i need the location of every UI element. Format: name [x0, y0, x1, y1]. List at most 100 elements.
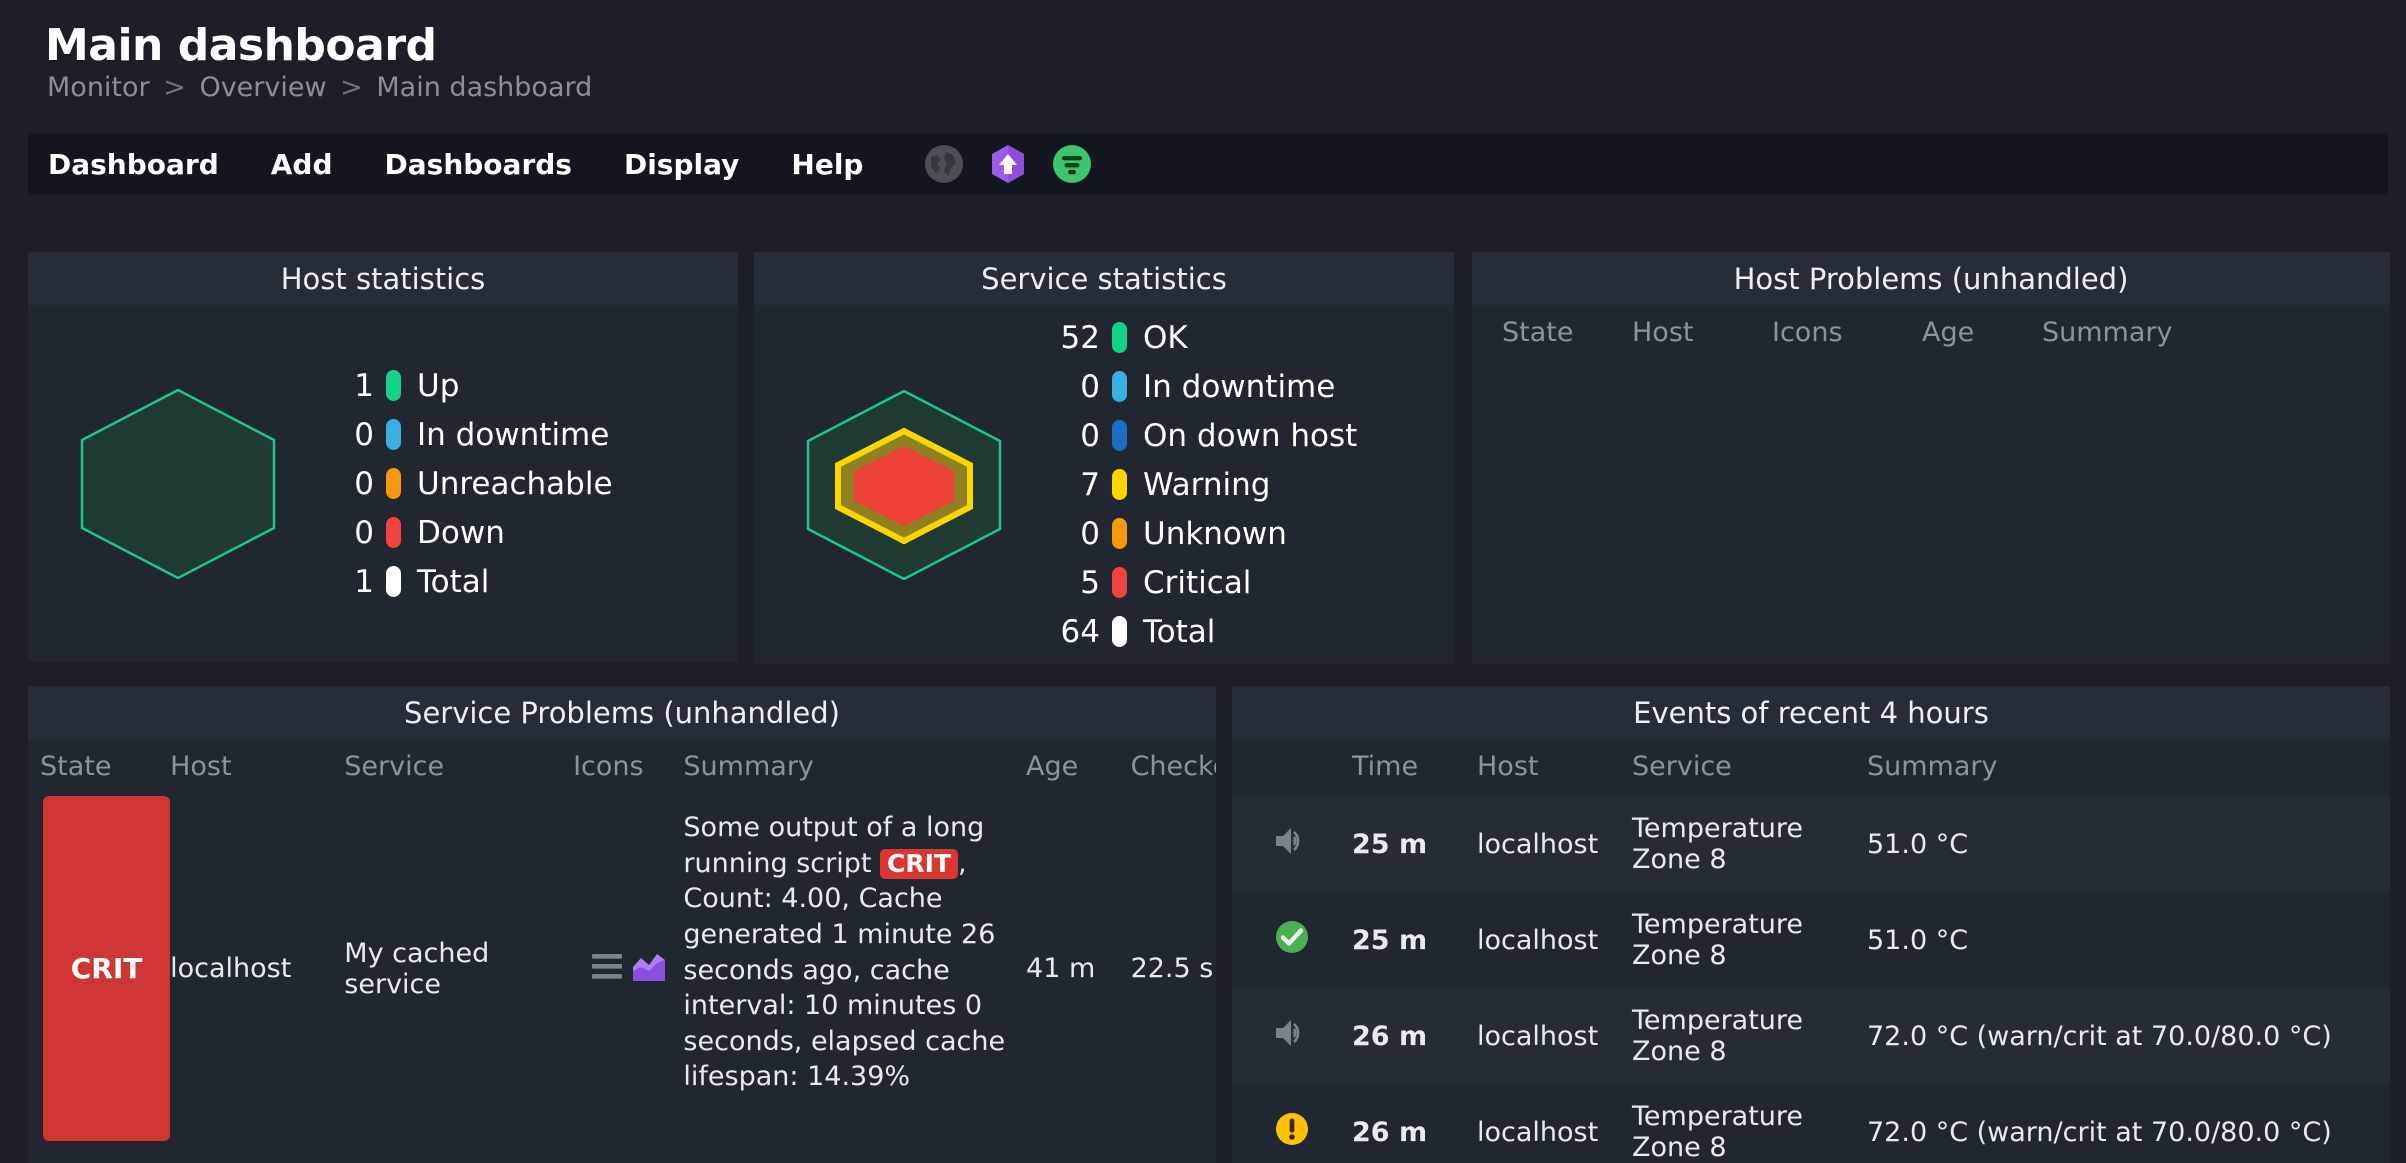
- stat-row-unknown[interactable]: 0 Unknown: [1054, 509, 1357, 558]
- panel-service-problems: Service Problems (unhandled) State Host …: [28, 686, 1216, 1163]
- stat-row-total[interactable]: 64 Total: [1054, 607, 1357, 656]
- event-icon-cell: [1232, 988, 1352, 1084]
- column-header-icon: [1232, 739, 1352, 796]
- stat-row-critical[interactable]: 5 Critical: [1054, 558, 1357, 607]
- stat-row-in-downtime[interactable]: 0 In downtime: [328, 410, 613, 459]
- table-row[interactable]: 26 m localhost Temperature Zone 8 72.0 °…: [1232, 1084, 2390, 1163]
- stat-count: 5: [1080, 564, 1100, 601]
- column-header-host[interactable]: Host: [1477, 739, 1632, 796]
- stat-count: 52: [1060, 319, 1100, 356]
- event-summary: 72.0 °C (warn/crit at 70.0/80.0 °C): [1867, 1020, 2332, 1052]
- column-header-time[interactable]: Time: [1352, 739, 1477, 796]
- stat-count: 7: [1080, 466, 1100, 503]
- hexagon-upload-icon[interactable]: [987, 143, 1029, 185]
- panel-body: State Host Service Icons Summary Age Che…: [28, 739, 1216, 1141]
- table-row[interactable]: 25 m localhost Temperature Zone 8 51.0 °…: [1232, 796, 2390, 892]
- service-name-cell[interactable]: My cached service: [344, 796, 573, 1141]
- panel-title: Events of recent 4 hours: [1633, 695, 1989, 730]
- column-header-age[interactable]: Age: [1026, 739, 1131, 796]
- panel-header: Host statistics: [28, 252, 738, 305]
- event-host[interactable]: localhost: [1477, 1084, 1632, 1163]
- stat-label: OK: [1143, 319, 1188, 356]
- column-header-service[interactable]: Service: [1632, 739, 1867, 796]
- table-row[interactable]: 25 m localhost Temperature Zone 8 51.0 °…: [1232, 892, 2390, 988]
- stat-row-warning[interactable]: 7 Warning: [1054, 460, 1357, 509]
- status-pill-in-downtime: [1112, 371, 1127, 402]
- nav-item-display[interactable]: Display: [624, 148, 739, 181]
- filter-circle-icon[interactable]: [1051, 143, 1093, 185]
- speaker-icon: [1272, 823, 1312, 859]
- event-icon-cell: [1232, 796, 1352, 892]
- status-pill-in-downtime: [386, 419, 401, 450]
- service-state-cell[interactable]: CRIT: [40, 796, 171, 1141]
- event-host[interactable]: localhost: [1477, 796, 1632, 892]
- table-header-row: Time Host Service Summary: [1232, 739, 2390, 796]
- stat-row-up[interactable]: 1 Up: [328, 361, 613, 410]
- panel-host-problems: Host Problems (unhandled) State Host Ico…: [1472, 252, 2390, 664]
- event-service[interactable]: Temperature Zone 8: [1632, 796, 1867, 892]
- column-header-summary[interactable]: Summary: [683, 739, 1026, 796]
- column-header-service[interactable]: Service: [344, 739, 573, 796]
- panel-host-statistics: Host statistics 1 Up 0 In downtime 0 Unr…: [28, 252, 738, 662]
- service-host-cell[interactable]: localhost: [170, 796, 344, 1141]
- table-header-row: State Host Service Icons Summary Age Che…: [40, 739, 1216, 796]
- service-problems-table: State Host Service Icons Summary Age Che…: [40, 739, 1216, 1141]
- stat-row-on-down-host[interactable]: 0 On down host: [1054, 411, 1357, 460]
- table-row[interactable]: CRIT localhost My cached service Some ou…: [40, 796, 1216, 1141]
- stat-count: 0: [354, 465, 374, 502]
- service-age-cell: 41 m: [1026, 953, 1096, 984]
- page-header: Main dashboard Monitor > Overview > Main…: [0, 0, 2406, 130]
- table-row[interactable]: 26 m localhost Temperature Zone 8 72.0 °…: [1232, 988, 2390, 1084]
- breadcrumb-item-overview[interactable]: Overview: [199, 72, 326, 103]
- event-service[interactable]: Temperature Zone 8: [1632, 1084, 1867, 1163]
- panel-events: Events of recent 4 hours Time Host Servi…: [1232, 686, 2390, 1163]
- warning-circle-icon: [1272, 1109, 1312, 1149]
- status-pill-down: [386, 517, 401, 548]
- column-header-summary[interactable]: Summary: [1867, 739, 2390, 796]
- service-checked-cell: 22.5 s: [1130, 953, 1214, 984]
- stat-label: On down host: [1143, 417, 1358, 454]
- stat-label: Down: [417, 514, 505, 551]
- column-header-checked[interactable]: Checked: [1131, 739, 1216, 796]
- column-header-icons[interactable]: Icons: [1772, 305, 1922, 362]
- stat-row-in-downtime[interactable]: 0 In downtime: [1054, 362, 1357, 411]
- column-header-host[interactable]: Host: [1632, 305, 1772, 362]
- event-service[interactable]: Temperature Zone 8: [1632, 892, 1867, 988]
- stat-row-down[interactable]: 0 Down: [328, 508, 613, 557]
- list-lines-icon[interactable]: [590, 951, 624, 981]
- nav-item-add[interactable]: Add: [271, 148, 333, 181]
- column-header-summary[interactable]: Summary: [2042, 305, 2360, 362]
- host-statistics-list: 1 Up 0 In downtime 0 Unreachable 0 Down …: [328, 361, 613, 606]
- column-header-host[interactable]: Host: [170, 739, 344, 796]
- column-header-state[interactable]: State: [40, 739, 170, 796]
- breadcrumb-item-monitor[interactable]: Monitor: [47, 72, 150, 103]
- globe-icon[interactable]: [923, 143, 965, 185]
- event-time: 25 m: [1352, 828, 1428, 860]
- status-pill-on-down-host: [1112, 420, 1127, 451]
- stat-row-total[interactable]: 1 Total: [328, 557, 613, 606]
- event-service[interactable]: Temperature Zone 8: [1632, 988, 1867, 1084]
- event-time: 26 m: [1352, 1020, 1428, 1052]
- event-host[interactable]: localhost: [1477, 988, 1632, 1084]
- panel-title: Service Problems (unhandled): [404, 695, 840, 730]
- breadcrumb-separator: >: [163, 72, 186, 103]
- event-summary: 51.0 °C: [1867, 924, 1969, 956]
- stat-label: Total: [1143, 613, 1216, 650]
- panel-title: Host statistics: [280, 261, 486, 296]
- column-header-icons[interactable]: Icons: [573, 739, 683, 796]
- nav-item-dashboards[interactable]: Dashboards: [385, 148, 572, 181]
- event-host[interactable]: localhost: [1477, 892, 1632, 988]
- stat-row-ok[interactable]: 52 OK: [1054, 313, 1357, 362]
- status-pill-unknown: [1112, 518, 1127, 549]
- events-table: Time Host Service Summary 25 m localhost…: [1232, 739, 2390, 1163]
- area-graph-icon[interactable]: [632, 950, 666, 982]
- panel-body: State Host Icons Age Summary: [1472, 305, 2390, 664]
- stat-count: 1: [354, 367, 374, 404]
- status-badge: CRIT: [43, 796, 171, 1141]
- column-header-age[interactable]: Age: [1922, 305, 2042, 362]
- nav-item-dashboard[interactable]: Dashboard: [48, 148, 219, 181]
- stat-row-unreachable[interactable]: 0 Unreachable: [328, 459, 612, 508]
- nav-item-help[interactable]: Help: [791, 148, 863, 181]
- host-problems-table: State Host Icons Age Summary: [1502, 305, 2360, 362]
- column-header-state[interactable]: State: [1502, 305, 1632, 362]
